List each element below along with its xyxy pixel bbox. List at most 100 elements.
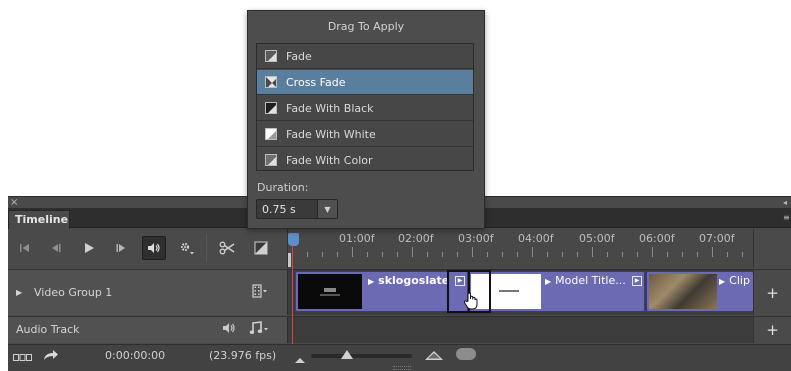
zoom-slider-thumb[interactable] [341,350,353,359]
collapse-icon[interactable]: ◂ [783,198,787,207]
fade-icon [265,50,277,62]
add-media-button[interactable]: + [753,269,791,315]
add-audio-button[interactable]: + [753,316,791,343]
ruler-label: 03:00f [458,232,494,245]
duration-label: Duration: [257,181,309,194]
zoom-slider[interactable] [311,354,412,358]
mute-icon[interactable] [222,322,236,337]
ruler-tick [532,247,533,257]
ruler-tick [442,252,443,257]
ruler-tick [457,252,458,257]
ruler-tick [712,247,713,257]
convert-arrow-icon[interactable] [42,348,60,365]
previous-frame-icon[interactable] [44,236,68,260]
transition-icon[interactable] [249,236,273,260]
ruler-tick [727,252,728,257]
track-name: Audio Track [16,323,80,336]
ruler-tick [397,252,398,257]
timeline-scrollbar-thumb[interactable] [456,348,476,360]
ruler-label: 05:00f [579,232,615,245]
ruler-tick [592,247,593,257]
ruler-tick [622,252,623,257]
zoom-out-icon[interactable] [295,353,305,366]
music-note-icon[interactable] [249,321,269,338]
duration-value[interactable]: 0.75 s [262,203,296,216]
go-to-first-frame-icon[interactable] [13,236,37,260]
ruler-tick [577,252,578,257]
work-area-start-handle[interactable] [288,253,291,267]
clip-thumbnail [649,274,717,309]
ruler-tick [652,247,653,257]
ruler-tick [517,252,518,257]
ruler-label: 06:00f [639,232,675,245]
ruler-tick [697,252,698,257]
ruler-tick [637,252,638,257]
ruler-tick [547,252,548,257]
clip-name: ▶ sklogoslate [368,274,450,287]
ruler-tick [562,252,563,257]
fade-with-black-icon [265,102,277,114]
chevron-down-icon[interactable]: ▼ [317,200,337,218]
frame-rate: (23.976 fps) [209,349,277,362]
clip-name: ▶ Model Title... [545,274,626,287]
audio-icon[interactable] [142,236,166,260]
ruler-tick [337,252,338,257]
ruler-tick [742,252,743,257]
transition-label: Fade With White [286,128,376,141]
clip-model-title[interactable]: ▶ Model Title... ▶ [468,271,645,312]
ruler-label: 02:00f [398,232,434,245]
clip-menu-icon[interactable]: ▶ [632,276,642,286]
ruler-tick [607,252,608,257]
ruler-label: 01:00f [339,232,375,245]
ruler-tick [487,252,488,257]
ruler-tick [412,247,413,257]
next-frame-icon[interactable] [109,236,133,260]
cross-fade-icon [265,76,277,88]
transition-label: Fade With Black [286,102,374,115]
transition-item-fade[interactable]: Fade [257,44,473,69]
settings-icon[interactable] [175,236,199,260]
ruler-label: 07:00f [699,232,735,245]
current-timecode: 0:00:00:00 [105,349,166,362]
clip-sklogoslate[interactable]: ▶ sklogoslate ▶ [295,271,468,312]
transition-label: Fade [286,50,312,63]
ruler-tick [667,252,668,257]
clip-next[interactable]: ▶ Clip [646,271,753,312]
close-icon[interactable]: × [10,198,18,208]
transition-label: Fade With Color [286,154,373,167]
ruler-tick [367,252,368,257]
ruler-end-area [753,229,791,268]
play-icon[interactable] [77,236,101,260]
ruler-tick [352,247,353,257]
clip-name: ▶ Clip [719,274,750,287]
transition-item-cross-fade[interactable]: Cross Fade [257,70,473,95]
tab-timeline[interactable]: Timeline [8,210,70,229]
render-video-icon[interactable] [13,352,33,365]
clip-thumbnail [298,274,362,309]
ruler-tick [382,252,383,257]
audio-track-lane[interactable] [287,316,753,343]
fade-with-white-icon [265,128,277,140]
transition-item-fade-with-white[interactable]: Fade With White [257,122,473,147]
zoom-in-icon[interactable] [425,350,443,363]
film-strip-icon[interactable] [252,284,268,301]
panel-resize-grip[interactable] [393,366,411,370]
panel-menu-icon[interactable]: ≡ [783,213,790,222]
transition-item-fade-with-black[interactable]: Fade With Black [257,96,473,121]
split-icon[interactable] [215,236,239,260]
ruler-label: 04:00f [518,232,554,245]
ruler-tick [427,252,428,257]
track-name: Video Group 1 [34,286,113,299]
ruler-tick [682,252,683,257]
fade-with-color-icon [265,154,277,166]
hand-cursor-icon [463,292,479,313]
controls-divider [206,234,207,262]
playhead-handle[interactable] [288,233,299,246]
expand-track-icon[interactable]: ▶ [16,288,22,297]
popup-title: Drag To Apply [327,20,405,33]
transition-item-fade-with-color[interactable]: Fade With Color [257,148,473,173]
ruler-tick [472,247,473,257]
playhead-line [292,245,293,349]
transition-label: Cross Fade [286,76,346,89]
ruler-tick [307,252,308,257]
